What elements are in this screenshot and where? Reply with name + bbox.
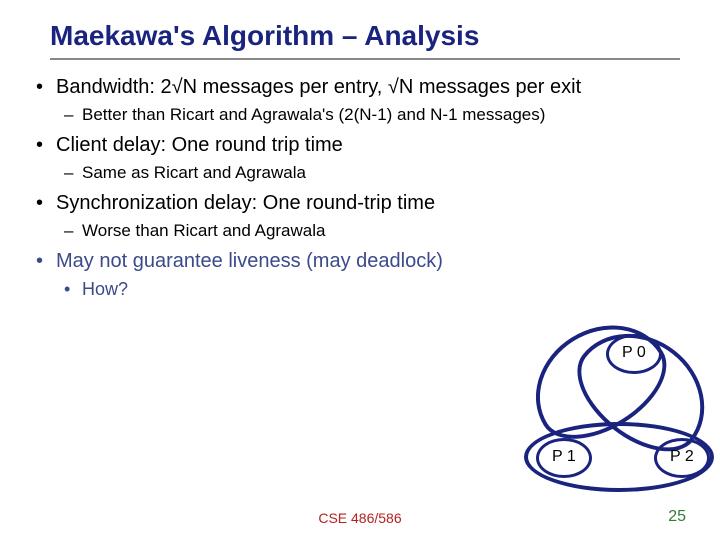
sub-text: Better than Ricart and Agrawala's (2(N-1…	[82, 105, 545, 124]
bullet-bandwidth: Bandwidth: 2√N messages per entry, √N me…	[30, 74, 690, 126]
sub-text: Worse than Ricart and Agrawala	[82, 221, 325, 240]
page-number: 25	[668, 508, 686, 526]
sub-text: Same as Ricart and Agrawala	[82, 163, 306, 182]
node-label: P 1	[552, 448, 576, 466]
sub-bullet: Better than Ricart and Agrawala's (2(N-1…	[56, 104, 690, 126]
bullet-client-delay: Client delay: One round trip time Same a…	[30, 132, 690, 184]
slide-title: Maekawa's Algorithm – Analysis	[50, 20, 680, 60]
sub-list: Worse than Ricart and Agrawala	[56, 220, 690, 242]
node-label: P 0	[622, 344, 646, 362]
sub-bullet: Worse than Ricart and Agrawala	[56, 220, 690, 242]
bullet-text: Bandwidth: 2√N messages per entry, √N me…	[56, 76, 581, 98]
bullet-sync-delay: Synchronization delay: One round-trip ti…	[30, 190, 690, 242]
venn-diagram: P 0 P 1 P 2	[498, 330, 698, 500]
sub-list: Same as Ricart and Agrawala	[56, 162, 690, 184]
bullet-list: Bandwidth: 2√N messages per entry, √N me…	[30, 74, 690, 302]
bullet-text: Synchronization delay: One round-trip ti…	[56, 192, 435, 214]
sub-bullet: Same as Ricart and Agrawala	[56, 162, 690, 184]
sub-text: How?	[82, 279, 128, 299]
bullet-liveness: May not guarantee liveness (may deadlock…	[30, 248, 690, 301]
node-label: P 2	[670, 448, 694, 466]
content-area: Bandwidth: 2√N messages per entry, √N me…	[30, 74, 690, 302]
slide: Maekawa's Algorithm – Analysis Bandwidth…	[0, 0, 720, 540]
sub-list: Better than Ricart and Agrawala's (2(N-1…	[56, 104, 690, 126]
bullet-text: May not guarantee liveness (may deadlock…	[56, 250, 443, 272]
sub-list: How?	[56, 278, 690, 301]
sub-bullet: How?	[56, 278, 690, 301]
bullet-text: Client delay: One round trip time	[56, 134, 343, 156]
footer-course: CSE 486/586	[0, 510, 720, 526]
